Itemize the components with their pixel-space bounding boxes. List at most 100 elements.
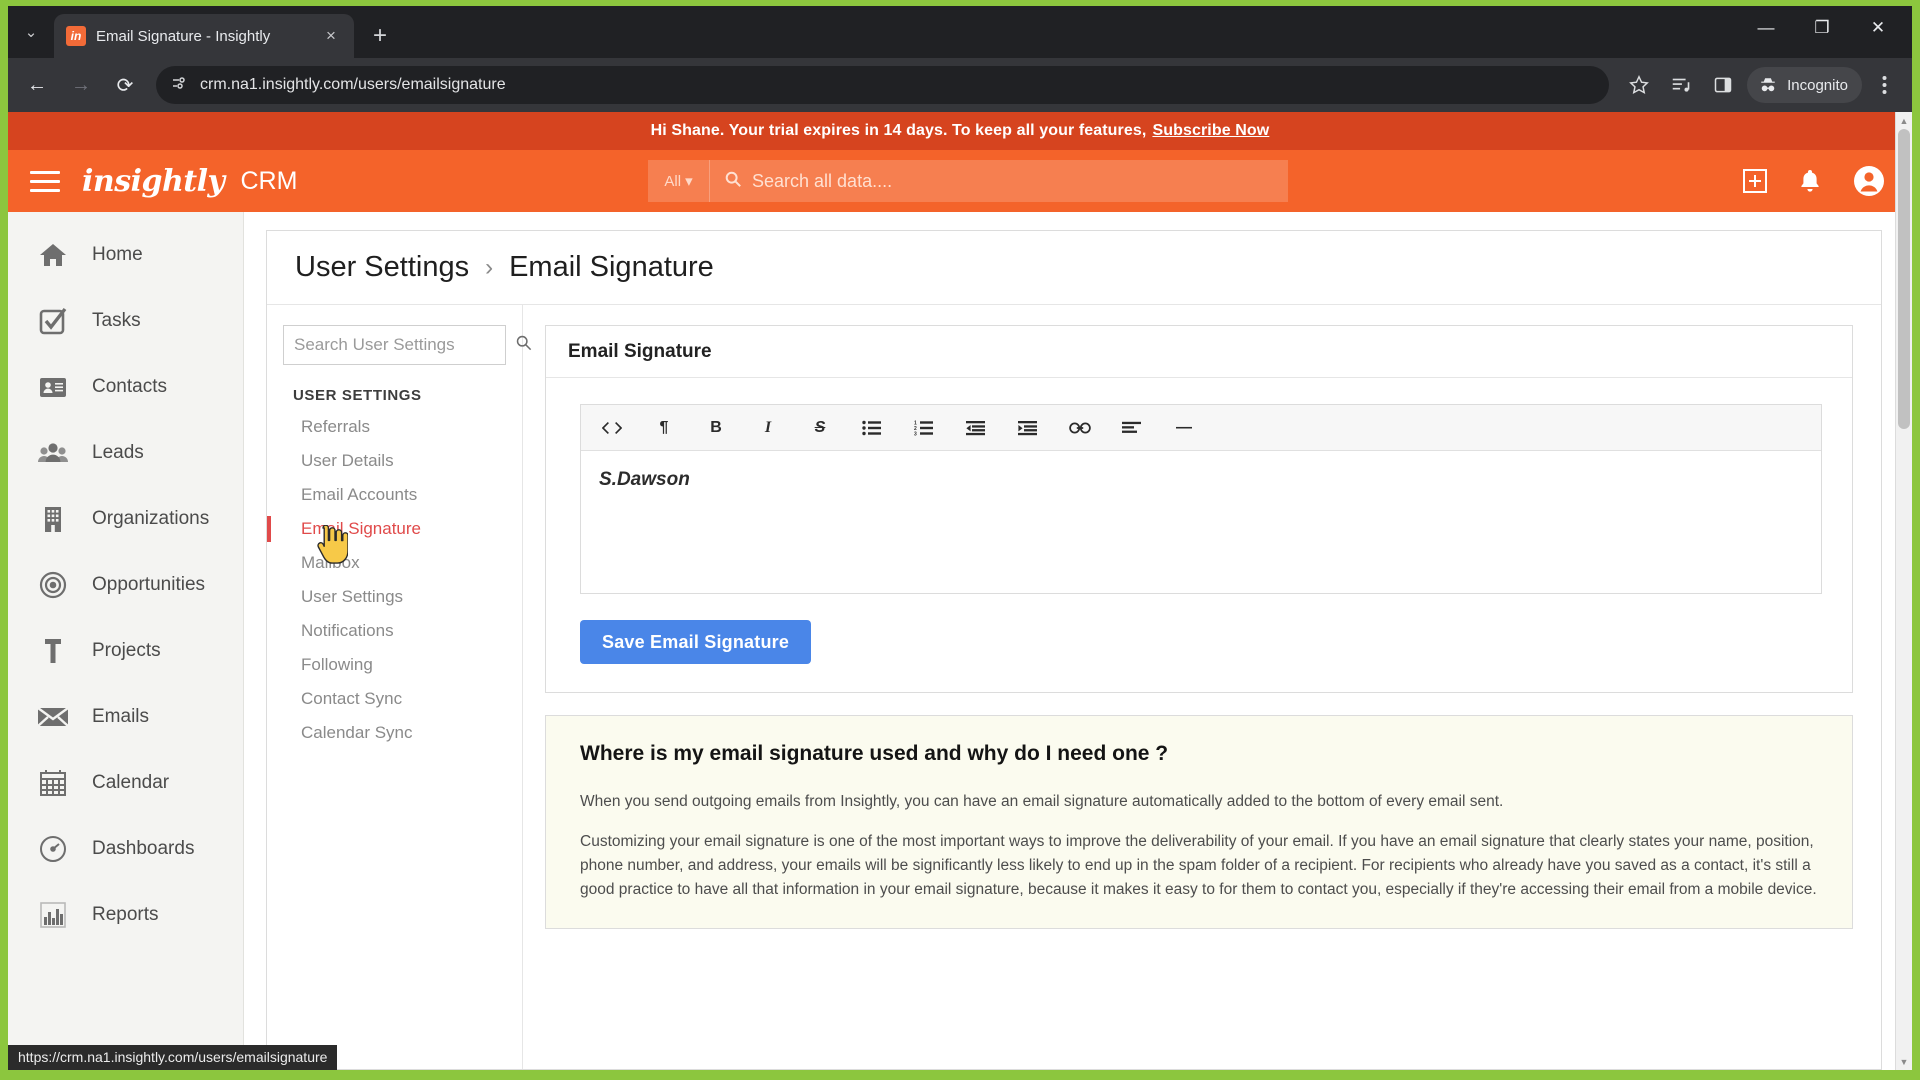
- search-scope-label: All: [664, 172, 682, 190]
- back-button[interactable]: ←: [16, 64, 58, 106]
- main-sidebar: Home Tasks Contacts Leads Organizations …: [8, 212, 244, 1070]
- panel-body: ¶ B I S 1 2 3 — S.Dawson Save Email Sign…: [546, 378, 1852, 692]
- bookmark-star-icon[interactable]: [1619, 65, 1659, 105]
- subscribe-now-link[interactable]: Subscribe Now: [1152, 122, 1269, 140]
- align-left-icon[interactable]: [1117, 413, 1147, 443]
- browser-toolbar: ← → ⟳ crm.na1.insightly.com/users/emails…: [8, 58, 1912, 112]
- bold-icon[interactable]: B: [701, 413, 731, 443]
- global-search[interactable]: All ▾: [648, 160, 1288, 202]
- submenu-item-referrals[interactable]: Referrals: [283, 410, 506, 444]
- search-icon: [724, 170, 742, 193]
- settings-search-input[interactable]: [294, 335, 515, 355]
- submenu-item-notifications[interactable]: Notifications: [283, 614, 506, 648]
- trial-banner: Hi Shane. Your trial expires in 14 days.…: [8, 112, 1912, 150]
- page-body: Home Tasks Contacts Leads Organizations …: [8, 212, 1912, 1070]
- sidebar-item-tasks[interactable]: Tasks: [8, 288, 243, 354]
- sidebar-item-reports[interactable]: Reports: [8, 882, 243, 948]
- sidebar-label: Leads: [92, 442, 144, 463]
- reload-button[interactable]: ⟳: [104, 64, 146, 106]
- trial-banner-text: Hi Shane. Your trial expires in 14 days.…: [650, 122, 1147, 139]
- sidebar-item-home[interactable]: Home: [8, 222, 243, 288]
- sidebar-item-organizations[interactable]: Organizations: [8, 486, 243, 552]
- bell-icon[interactable]: [1798, 168, 1822, 194]
- scroll-down-arrow-icon[interactable]: ▼: [1896, 1053, 1912, 1070]
- link-icon[interactable]: [1065, 413, 1095, 443]
- close-tab-icon[interactable]: ×: [320, 26, 342, 46]
- horizontal-rule-icon[interactable]: —: [1169, 413, 1199, 443]
- desktop-background: ⌄ in Email Signature - Insightly × + — ❐…: [0, 0, 1920, 1080]
- browser-tab-strip: ⌄ in Email Signature - Insightly × + — ❐…: [8, 6, 1912, 58]
- search-input[interactable]: [752, 170, 1288, 192]
- incognito-indicator[interactable]: Incognito: [1747, 67, 1862, 103]
- browser-tab[interactable]: in Email Signature - Insightly ×: [54, 14, 354, 58]
- search-scope-dropdown[interactable]: All ▾: [648, 160, 710, 202]
- sidebar-item-emails[interactable]: Emails: [8, 684, 243, 750]
- breadcrumb-current: Email Signature: [509, 251, 714, 283]
- gauge-icon: [36, 832, 70, 866]
- forward-button[interactable]: →: [60, 64, 102, 106]
- submenu-item-user-settings[interactable]: User Settings: [283, 580, 506, 614]
- sidebar-item-dashboards[interactable]: Dashboards: [8, 816, 243, 882]
- bar-chart-icon: [36, 898, 70, 932]
- sidebar-item-calendar[interactable]: Calendar: [8, 750, 243, 816]
- minimize-button[interactable]: —: [1738, 6, 1794, 50]
- rich-text-editor[interactable]: ¶ B I S 1 2 3 — S.Dawson: [580, 404, 1822, 594]
- sidebar-label: Home: [92, 244, 143, 265]
- source-code-icon[interactable]: [597, 413, 627, 443]
- sidebar-label: Opportunities: [92, 574, 206, 595]
- close-window-button[interactable]: ✕: [1850, 6, 1906, 50]
- page-scrollbar[interactable]: ▲ ▼: [1895, 112, 1912, 1070]
- submenu-item-following[interactable]: Following: [283, 648, 506, 682]
- submenu-item-email-accounts[interactable]: Email Accounts: [283, 478, 506, 512]
- sidebar-item-leads[interactable]: Leads: [8, 420, 243, 486]
- sidebar-label: Tasks: [92, 310, 141, 331]
- settings-card: User Settings › Email Signature Search U…: [266, 230, 1882, 1070]
- paragraph-icon[interactable]: ¶: [649, 413, 679, 443]
- editor-toolbar: ¶ B I S 1 2 3 —: [581, 405, 1821, 451]
- submenu-item-contact-sync[interactable]: Contact Sync: [283, 682, 506, 716]
- italic-icon[interactable]: I: [753, 413, 783, 443]
- add-icon[interactable]: [1742, 168, 1768, 194]
- submenu-item-user-details[interactable]: User Details: [283, 444, 506, 478]
- chrome-menu-icon[interactable]: [1864, 65, 1904, 105]
- building-icon: [36, 502, 70, 536]
- browser-tab-title: Email Signature - Insightly: [96, 27, 271, 45]
- reading-list-icon[interactable]: [1661, 65, 1701, 105]
- site-info-icon[interactable]: [170, 74, 188, 97]
- save-email-signature-button[interactable]: Save Email Signature: [580, 620, 812, 664]
- submenu-item-calendar-sync[interactable]: Calendar Sync: [283, 716, 506, 750]
- help-paragraph: Customizing your email signature is one …: [580, 833, 1817, 899]
- tab-search-chevron-icon[interactable]: ⌄: [8, 10, 54, 54]
- scroll-up-arrow-icon[interactable]: ▲: [1896, 112, 1912, 129]
- sidebar-item-opportunities[interactable]: Opportunities: [8, 552, 243, 618]
- help-panel-title: Where is my email signature used and why…: [580, 742, 1169, 765]
- signature-editor-content[interactable]: S.Dawson: [581, 451, 1821, 593]
- numbered-list-icon[interactable]: 1 2 3: [909, 413, 939, 443]
- hammer-icon: [36, 634, 70, 668]
- contact-card-icon: [36, 370, 70, 404]
- settings-search-box[interactable]: [283, 325, 532, 365]
- submenu-heading: USER SETTINGS: [293, 387, 422, 404]
- content-area: User Settings › Email Signature Search U…: [244, 212, 1912, 1070]
- sidebar-item-contacts[interactable]: Contacts: [8, 354, 243, 420]
- indent-icon[interactable]: [1013, 413, 1043, 443]
- side-panel-icon[interactable]: [1703, 65, 1743, 105]
- maximize-restore-button[interactable]: ❐: [1794, 6, 1850, 50]
- address-bar[interactable]: crm.na1.insightly.com/users/emailsignatu…: [156, 66, 1610, 104]
- outdent-icon[interactable]: [961, 413, 991, 443]
- new-tab-button[interactable]: +: [360, 16, 400, 56]
- menu-hamburger-icon[interactable]: [30, 170, 60, 192]
- sidebar-item-projects[interactable]: Projects: [8, 618, 243, 684]
- strikethrough-icon[interactable]: S: [805, 413, 835, 443]
- bullet-list-icon[interactable]: [857, 413, 887, 443]
- submenu-item-mailbox[interactable]: Mailbox: [283, 546, 506, 580]
- people-icon: [36, 436, 70, 470]
- scrollbar-thumb[interactable]: [1898, 129, 1910, 429]
- status-bar-url: https://crm.na1.insightly.com/users/emai…: [8, 1045, 338, 1070]
- address-bar-url: crm.na1.insightly.com/users/emailsignatu…: [200, 76, 506, 93]
- browser-window: ⌄ in Email Signature - Insightly × + — ❐…: [8, 6, 1912, 1070]
- account-icon[interactable]: [1852, 164, 1886, 198]
- insightly-logo[interactable]: insightly: [82, 164, 225, 199]
- submenu-item-email-signature[interactable]: Email Signature: [267, 512, 506, 546]
- breadcrumb-parent[interactable]: User Settings: [295, 251, 469, 284]
